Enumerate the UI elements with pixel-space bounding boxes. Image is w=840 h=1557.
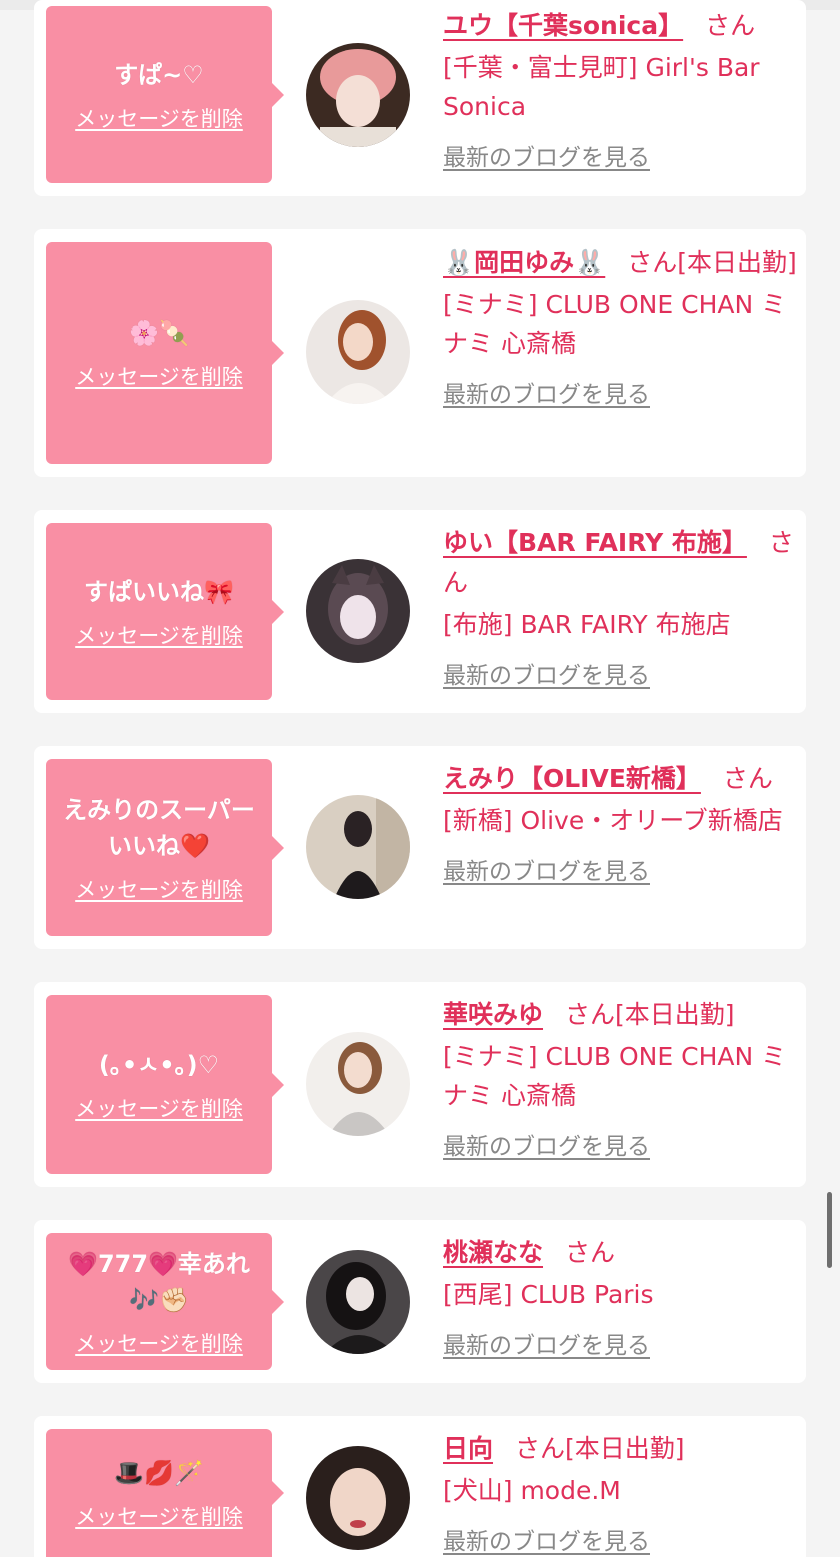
honorific: さん [565, 1000, 616, 1029]
cast-name-link[interactable]: 桃瀬なな [443, 1238, 543, 1267]
avatar[interactable] [306, 795, 410, 899]
shop-info: [西尾] CLUB Paris [443, 1280, 654, 1309]
delete-message-link[interactable]: メッセージを削除 [75, 361, 243, 391]
cast-info: 🐰岡田ゆみ🐰 さん[本日出勤] [ミナミ] CLUB ONE CHAN ミナミ 心… [443, 243, 798, 409]
cast-info: ユウ【千葉sonica】 さん [千葉・富士見町] Girl's Bar Soni… [443, 6, 798, 172]
cast-name-link[interactable]: えみり【OLIVE新橋】 [443, 764, 701, 793]
message-bubble: 🎩💋🪄 メッセージを削除 [46, 1429, 284, 1557]
avatar[interactable] [306, 300, 410, 404]
message-bubble: (｡•ㅅ•｡)♡ メッセージを削除 [46, 995, 284, 1174]
message-text: すぱ~♡ [114, 60, 204, 89]
cast-info: ゆい【BAR FAIRY 布施】 さん [布施] BAR FAIRY 布施店 最新… [443, 523, 798, 690]
message-bubble: 🌸🍡 メッセージを削除 [46, 242, 284, 464]
latest-blog-link[interactable]: 最新のブログを見る [443, 1326, 798, 1360]
cast-name-link[interactable]: 華咲みゆ [443, 1000, 543, 1029]
favorite-card: 🌸🍡 メッセージを削除 🐰岡田ゆみ🐰 さん[本日出勤] [ミナミ] CLUB ON… [34, 229, 806, 477]
delete-message-link[interactable]: メッセージを削除 [75, 1501, 243, 1531]
delete-message-link[interactable]: メッセージを削除 [75, 103, 243, 133]
name-line: ユウ【千葉sonica】 さん [443, 6, 798, 46]
name-line: ゆい【BAR FAIRY 布施】 さん [443, 523, 798, 603]
message-text: えみりのスーパーいいね❤️ [63, 795, 255, 860]
attendance-status: [本日出勤] [615, 1000, 735, 1029]
message-text: 🌸🍡 [129, 319, 189, 347]
attendance-status: [本日出勤] [565, 1434, 685, 1463]
shop-info: [千葉・富士見町] Girl's Bar Sonica [443, 53, 760, 121]
shop-info: [新橋] Olive・オリーブ新橋店 [443, 806, 783, 835]
shop-info: [ミナミ] CLUB ONE CHAN ミナミ 心斎橋 [443, 1042, 787, 1110]
attendance-status: [本日出勤] [677, 248, 797, 277]
name-line: 🐰岡田ゆみ🐰 さん[本日出勤] [443, 243, 798, 283]
message-bubble: えみりのスーパーいいね❤️ メッセージを削除 [46, 759, 284, 936]
scrollbar[interactable] [827, 1192, 832, 1268]
avatar[interactable] [306, 559, 410, 663]
name-line: 日向 さん[本日出勤] [443, 1429, 798, 1469]
message-bubble: すぱ~♡ メッセージを削除 [46, 6, 284, 183]
message-text: (｡•ㅅ•｡)♡ [98, 1050, 220, 1079]
avatar[interactable] [306, 43, 410, 147]
avatar[interactable] [306, 1250, 410, 1354]
name-line: 華咲みゆ さん[本日出勤] [443, 995, 798, 1035]
message-text: 💗777💗幸あれ🎶✊🏻 [68, 1249, 250, 1314]
cast-info: えみり【OLIVE新橋】 さん [新橋] Olive・オリーブ新橋店 最新のブログ… [443, 759, 798, 886]
honorific: さん [565, 1238, 616, 1267]
cast-info: 桃瀬なな さん [西尾] CLUB Paris 最新のブログを見る [443, 1233, 798, 1360]
shop-info: [布施] BAR FAIRY 布施店 [443, 610, 731, 639]
latest-blog-link[interactable]: 最新のブログを見る [443, 852, 798, 886]
message-bubble: すぱいいね🎀 メッセージを削除 [46, 523, 284, 700]
favorite-card: 💗777💗幸あれ🎶✊🏻 メッセージを削除 桃瀬なな さん [西尾] CLUB Pa… [34, 1220, 806, 1383]
favorite-card: (｡•ㅅ•｡)♡ メッセージを削除 華咲みゆ さん[本日出勤] [ミナミ] CLU… [34, 982, 806, 1187]
shop-info: [ミナミ] CLUB ONE CHAN ミナミ 心斎橋 [443, 290, 787, 358]
favorite-card: 🎩💋🪄 メッセージを削除 日向 さん[本日出勤] [犬山] mode.M 最新のブ… [34, 1416, 806, 1557]
latest-blog-link[interactable]: 最新のブログを見る [443, 138, 798, 172]
message-bubble: 💗777💗幸あれ🎶✊🏻 メッセージを削除 [46, 1233, 284, 1370]
favorite-card: すぱいいね🎀 メッセージを削除 ゆい【BAR FAIRY 布施】 さん [布施] … [34, 510, 806, 713]
cast-info: 日向 さん[本日出勤] [犬山] mode.M 最新のブログを見る [443, 1429, 798, 1556]
message-text: すぱいいね🎀 [84, 577, 234, 606]
avatar[interactable] [306, 1446, 410, 1550]
delete-message-link[interactable]: メッセージを削除 [75, 1328, 243, 1358]
honorific: さん [722, 764, 773, 793]
delete-message-link[interactable]: メッセージを削除 [75, 1093, 243, 1123]
latest-blog-link[interactable]: 最新のブログを見る [443, 656, 798, 690]
avatar[interactable] [306, 1032, 410, 1136]
name-line: えみり【OLIVE新橋】 さん [443, 759, 798, 799]
honorific: さん [515, 1434, 566, 1463]
shop-info: [犬山] mode.M [443, 1476, 621, 1505]
message-text: 🎩💋🪄 [114, 1459, 204, 1487]
latest-blog-link[interactable]: 最新のブログを見る [443, 1522, 798, 1556]
cast-name-link[interactable]: ユウ【千葉sonica】 [443, 11, 683, 40]
cast-name-link[interactable]: ゆい【BAR FAIRY 布施】 [443, 528, 747, 557]
cast-name-link[interactable]: 🐰岡田ゆみ🐰 [443, 248, 605, 277]
cast-name-link[interactable]: 日向 [443, 1434, 493, 1463]
delete-message-link[interactable]: メッセージを削除 [75, 620, 243, 650]
delete-message-link[interactable]: メッセージを削除 [75, 874, 243, 904]
latest-blog-link[interactable]: 最新のブログを見る [443, 1127, 798, 1161]
honorific: さん [627, 248, 678, 277]
latest-blog-link[interactable]: 最新のブログを見る [443, 375, 798, 409]
name-line: 桃瀬なな さん [443, 1233, 798, 1273]
honorific: さん [705, 11, 756, 40]
cast-info: 華咲みゆ さん[本日出勤] [ミナミ] CLUB ONE CHAN ミナミ 心斎橋… [443, 995, 798, 1161]
favorite-card: すぱ~♡ メッセージを削除 ユウ【千葉sonica】 さん [千葉・富士見町] G… [34, 0, 806, 196]
favorite-card: えみりのスーパーいいね❤️ メッセージを削除 えみり【OLIVE新橋】 さん [新… [34, 746, 806, 949]
